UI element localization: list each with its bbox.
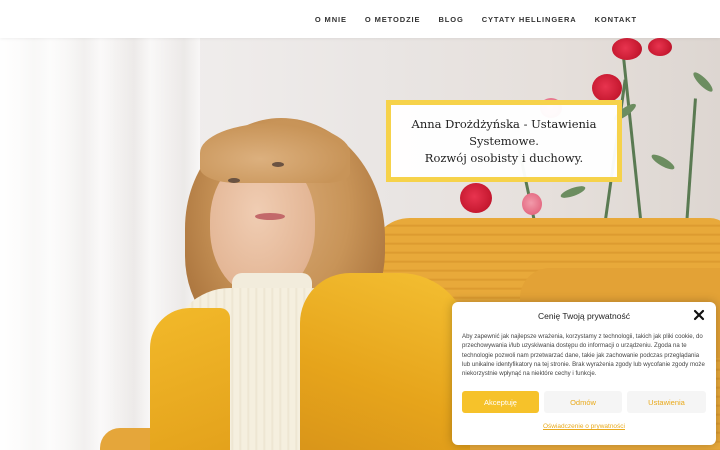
- hair-fringe: [200, 123, 350, 183]
- red-carnation: [460, 183, 492, 213]
- yellow-cardigan: [150, 308, 230, 450]
- yellow-cardigan: [300, 273, 470, 450]
- settings-button[interactable]: Ustawienia: [627, 391, 706, 413]
- pink-carnation: [522, 193, 542, 215]
- cookie-description: Aby zapewnić jak najlepsze wrażenia, kor…: [462, 333, 705, 378]
- leaf: [690, 69, 716, 95]
- eye: [272, 162, 284, 167]
- hero-title-line-2: Rozwój osobisty i duchowy.: [424, 150, 584, 165]
- leaf: [649, 152, 677, 172]
- accept-button[interactable]: Akceptuję: [462, 391, 539, 413]
- red-carnation: [648, 38, 672, 56]
- hero-title-line-1: Anna Drożdżyńska - Ustawienia Systemowe.: [411, 116, 597, 148]
- nav-item-blog[interactable]: BLOG: [438, 15, 463, 24]
- site-header: O MNIE O METODZIE BLOG CYTATY HELLINGERA…: [0, 0, 720, 38]
- eye: [228, 178, 240, 183]
- red-carnation: [592, 74, 622, 102]
- flower-stem: [620, 38, 643, 229]
- close-icon[interactable]: [692, 308, 706, 322]
- red-carnation: [612, 38, 642, 60]
- deny-button[interactable]: Odmów: [544, 391, 622, 413]
- nav-item-kontakt[interactable]: KONTAKT: [595, 15, 637, 24]
- lips: [255, 213, 285, 220]
- main-nav: O MNIE O METODZIE BLOG CYTATY HELLINGERA…: [297, 0, 637, 38]
- leaf: [559, 183, 587, 201]
- nav-item-o-mnie[interactable]: O MNIE: [315, 15, 347, 24]
- nav-item-o-metodzie[interactable]: O METODZIE: [365, 15, 421, 24]
- nav-item-cytaty-hellingera[interactable]: CYTATY HELLINGERA: [482, 15, 577, 24]
- cookie-title: Cenię Twoją prywatność: [538, 311, 630, 321]
- hero-title-box: Anna Drożdżyńska - Ustawienia Systemowe.…: [386, 100, 622, 182]
- window-light: [0, 38, 120, 450]
- privacy-statement-link[interactable]: Oświadczenie o prywatności: [452, 423, 716, 430]
- cookie-consent-dialog: Cenię Twoją prywatność Aby zapewnić jak …: [452, 302, 716, 445]
